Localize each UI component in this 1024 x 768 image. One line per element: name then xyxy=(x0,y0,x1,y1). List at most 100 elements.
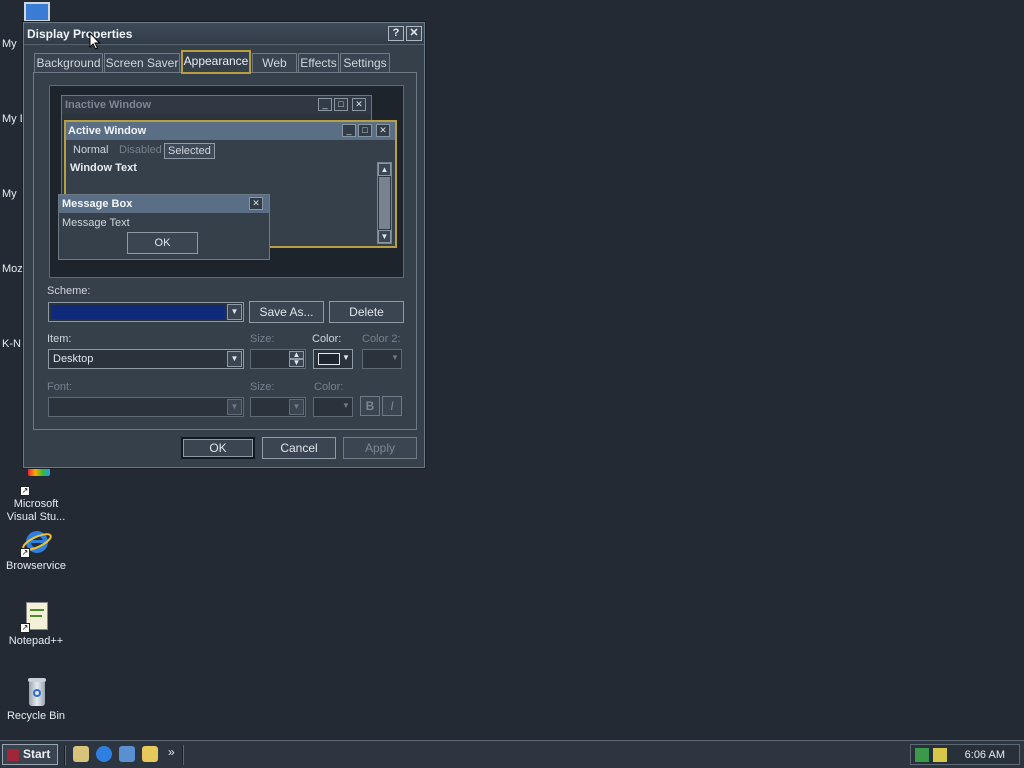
security-icon[interactable] xyxy=(933,748,947,762)
windows-logo-icon xyxy=(7,749,19,761)
desktop-label-mozilla[interactable]: Moz xyxy=(2,263,23,275)
scroll-thumb xyxy=(379,177,390,229)
preview-ok-button: OK xyxy=(127,232,198,254)
size-spinner[interactable]: ▲ ▼ xyxy=(250,349,306,369)
tab-effects[interactable]: Effects xyxy=(298,53,339,73)
desktop-icon-visual-studio[interactable]: ↗ Microsoft Visual Stu... xyxy=(0,464,72,524)
apply-button[interactable]: Apply xyxy=(343,437,417,459)
font-select[interactable]: ▼ xyxy=(48,397,244,417)
visual-studio-icon: ↗ xyxy=(20,464,52,496)
desktop-icon-browservice[interactable]: ↗ Browservice xyxy=(0,526,72,573)
chevron-down-icon: ▼ xyxy=(227,399,242,415)
bold-button[interactable]: B xyxy=(360,396,380,416)
cancel-button[interactable]: Cancel xyxy=(262,437,336,459)
tab-web[interactable]: Web xyxy=(252,53,297,73)
close-icon: ✕ xyxy=(352,98,366,111)
icon-label: Notepad++ xyxy=(8,635,64,647)
color2-label: Color 2: xyxy=(362,333,401,345)
icon-label: Microsoft xyxy=(13,498,59,510)
chevron-down-icon: ▼ xyxy=(227,351,242,367)
font-label: Font: xyxy=(47,381,73,393)
message-text: Message Text xyxy=(62,217,130,229)
taskbar-separator xyxy=(64,745,66,765)
close-icon: ✕ xyxy=(376,124,390,137)
font-color-picker[interactable]: ▼ xyxy=(313,397,353,417)
title-bar[interactable]: Display Properties ? ✕ xyxy=(24,23,424,45)
outlook-express-icon[interactable] xyxy=(119,746,135,762)
menu-disabled: Disabled xyxy=(119,144,162,156)
color2-picker[interactable]: ▼ xyxy=(362,349,402,369)
tab-appearance[interactable]: Appearance xyxy=(181,50,251,74)
save-as-button[interactable]: Save As... xyxy=(249,301,324,323)
maximize-icon: □ xyxy=(334,98,348,111)
desktop-label-k-n[interactable]: K-N xyxy=(2,338,21,350)
font-color-label: Color: xyxy=(314,381,344,393)
recycle-bin-icon xyxy=(20,676,52,708)
internet-explorer-icon: ↗ xyxy=(20,526,52,558)
scheme-select[interactable]: ▼ xyxy=(48,302,244,322)
quick-launch-chevron[interactable]: » xyxy=(168,745,175,759)
show-desktop-icon[interactable] xyxy=(73,746,89,762)
close-button[interactable]: ✕ xyxy=(406,26,422,41)
network-icon[interactable] xyxy=(915,748,929,762)
item-select[interactable]: Desktop ▼ xyxy=(48,349,244,369)
system-tray: 6:06 AM xyxy=(910,744,1020,765)
scheme-selected-value xyxy=(51,305,225,319)
scroll-down-icon: ▼ xyxy=(378,230,391,243)
italic-button[interactable]: I xyxy=(382,396,402,416)
ok-button[interactable]: OK xyxy=(181,437,255,459)
my-computer-icon[interactable] xyxy=(24,2,50,22)
minimize-icon: _ xyxy=(342,124,356,137)
font-size-select[interactable]: ▼ xyxy=(250,397,306,417)
tab-settings[interactable]: Settings xyxy=(340,53,390,73)
maximize-icon: □ xyxy=(358,124,372,137)
appearance-panel: Inactive Window _ □ ✕ Active Window _ □ … xyxy=(33,72,417,430)
help-button[interactable]: ? xyxy=(388,26,404,41)
display-properties-dialog: Display Properties ? ✕ Background Screen… xyxy=(23,22,425,468)
color-swatch xyxy=(318,353,340,365)
notepad-plus-plus-icon: ↗ xyxy=(20,601,52,633)
icon-label: Recycle Bin xyxy=(6,710,66,722)
desktop-label-my-computer[interactable]: My xyxy=(2,38,17,50)
font-size-label: Size: xyxy=(250,381,275,393)
item-selected-value: Desktop xyxy=(53,353,94,365)
scheme-label: Scheme: xyxy=(47,285,91,297)
shortcut-arrow-icon: ↗ xyxy=(20,623,30,633)
mouse-cursor-icon xyxy=(89,32,101,50)
chevron-down-icon: ▼ xyxy=(289,399,304,415)
chevron-down-icon: ▼ xyxy=(342,401,350,410)
color-label: Color: xyxy=(312,333,342,345)
desktop-icon-notepad-plus-plus[interactable]: ↗ Notepad++ xyxy=(0,601,72,648)
size-label: Size: xyxy=(250,333,275,345)
scroll-up-icon: ▲ xyxy=(378,163,391,176)
chevron-down-icon: ▼ xyxy=(227,304,242,320)
clock[interactable]: 6:06 AM xyxy=(965,749,1005,761)
windows-explorer-icon[interactable] xyxy=(142,746,158,762)
internet-explorer-icon[interactable] xyxy=(96,746,112,762)
spin-down-icon: ▼ xyxy=(289,359,304,367)
menu-normal: Normal xyxy=(73,144,109,156)
icon-label: Browservice xyxy=(6,560,66,572)
color-picker[interactable]: ▼ xyxy=(313,349,353,369)
start-button[interactable]: Start xyxy=(2,744,58,765)
chevron-down-icon: ▼ xyxy=(342,353,350,362)
menu-selected: Selected xyxy=(164,143,215,159)
chevron-down-icon: ▼ xyxy=(391,353,399,362)
icon-label-line2: Visual Stu... xyxy=(6,511,66,523)
desktop-icon-recycle-bin[interactable]: Recycle Bin xyxy=(0,676,72,723)
shortcut-arrow-icon: ↗ xyxy=(20,548,30,558)
tab-background[interactable]: Background xyxy=(34,53,103,73)
taskbar: Start » 6:06 AM xyxy=(0,740,1024,768)
tab-screen-saver[interactable]: Screen Saver xyxy=(104,53,180,73)
taskbar-separator xyxy=(182,745,184,765)
minimize-icon: _ xyxy=(318,98,332,111)
appearance-preview[interactable]: Inactive Window _ □ ✕ Active Window _ □ … xyxy=(49,85,404,278)
close-icon: ✕ xyxy=(409,27,419,39)
message-box-title: Message Box xyxy=(59,195,269,213)
shortcut-arrow-icon: ↗ xyxy=(20,486,30,496)
dialog-title: Display Properties xyxy=(27,27,133,41)
preview-scrollbar: ▲ ▼ xyxy=(377,162,392,244)
close-icon: ✕ xyxy=(249,197,263,210)
delete-button[interactable]: Delete xyxy=(329,301,404,323)
desktop-label-my-network[interactable]: My xyxy=(2,188,17,200)
